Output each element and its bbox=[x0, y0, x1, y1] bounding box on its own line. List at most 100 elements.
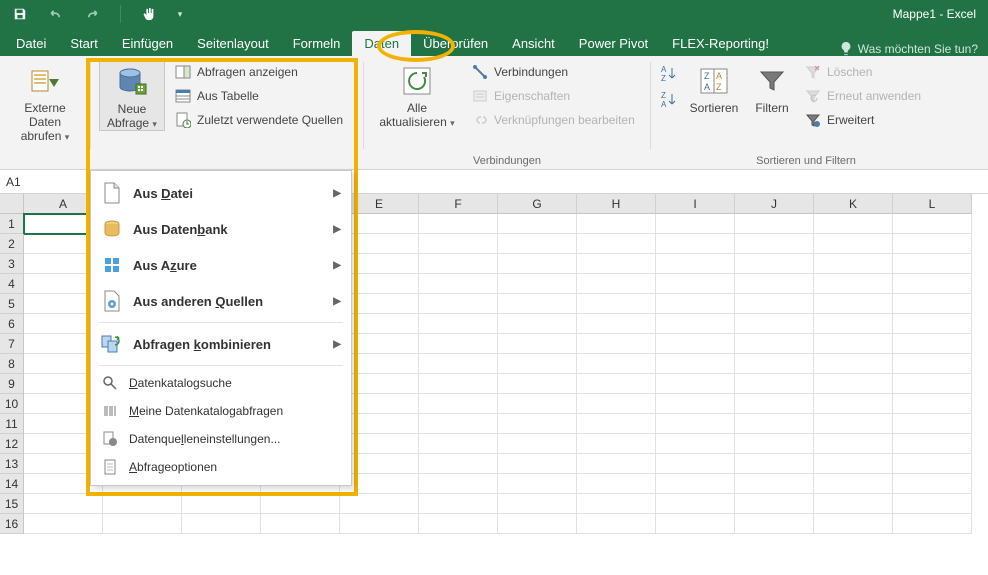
cell[interactable] bbox=[735, 514, 814, 534]
cell[interactable] bbox=[893, 474, 972, 494]
cell[interactable] bbox=[656, 354, 735, 374]
sortieren-button[interactable]: ZAAZ Sortieren bbox=[685, 60, 743, 115]
menu-abfrageoptionen[interactable]: Abfrageoptionen bbox=[91, 453, 351, 481]
cell[interactable] bbox=[893, 394, 972, 414]
cell[interactable] bbox=[814, 494, 893, 514]
cell[interactable] bbox=[735, 494, 814, 514]
cell[interactable] bbox=[577, 234, 656, 254]
cell[interactable] bbox=[656, 414, 735, 434]
tab-start[interactable]: Start bbox=[58, 31, 109, 56]
cell[interactable] bbox=[656, 474, 735, 494]
row-header[interactable]: 9 bbox=[0, 374, 24, 394]
cell[interactable] bbox=[419, 334, 498, 354]
cell[interactable] bbox=[814, 474, 893, 494]
tab-ueberpruefen[interactable]: Überprüfen bbox=[411, 31, 500, 56]
cell[interactable] bbox=[893, 334, 972, 354]
cell[interactable] bbox=[656, 454, 735, 474]
row-header[interactable]: 13 bbox=[0, 454, 24, 474]
cell[interactable] bbox=[577, 394, 656, 414]
cell[interactable] bbox=[498, 454, 577, 474]
tab-einfuegen[interactable]: Einfügen bbox=[110, 31, 185, 56]
cell[interactable] bbox=[419, 454, 498, 474]
cell[interactable] bbox=[261, 514, 340, 534]
cell[interactable] bbox=[735, 474, 814, 494]
cell[interactable] bbox=[419, 434, 498, 454]
cell[interactable] bbox=[577, 434, 656, 454]
alle-aktualisieren-button[interactable]: Alle aktualisieren ▾ bbox=[372, 60, 462, 129]
cell[interactable] bbox=[577, 294, 656, 314]
cell[interactable] bbox=[814, 394, 893, 414]
cell[interactable] bbox=[419, 274, 498, 294]
cell[interactable] bbox=[893, 214, 972, 234]
cell[interactable] bbox=[735, 434, 814, 454]
cell[interactable] bbox=[419, 354, 498, 374]
name-box[interactable]: A1 bbox=[0, 171, 88, 193]
cell[interactable] bbox=[735, 314, 814, 334]
filtern-button[interactable]: Filtern bbox=[749, 60, 795, 115]
cell[interactable] bbox=[419, 314, 498, 334]
cell[interactable] bbox=[735, 254, 814, 274]
aus-tabelle-button[interactable]: Aus Tabelle bbox=[171, 86, 347, 106]
cell[interactable] bbox=[24, 514, 103, 534]
tell-me-search[interactable]: Was möchten Sie tun? bbox=[840, 42, 988, 56]
cell[interactable] bbox=[577, 314, 656, 334]
cell[interactable] bbox=[893, 354, 972, 374]
externe-daten-abrufen-button[interactable]: Externe Daten abrufen ▾ bbox=[8, 60, 82, 143]
cell[interactable] bbox=[735, 334, 814, 354]
cell[interactable] bbox=[656, 274, 735, 294]
abfragen-anzeigen-button[interactable]: Abfragen anzeigen bbox=[171, 62, 347, 82]
column-header[interactable]: G bbox=[498, 194, 577, 214]
column-header[interactable]: H bbox=[577, 194, 656, 214]
select-all-corner[interactable] bbox=[0, 194, 24, 214]
cell[interactable] bbox=[735, 374, 814, 394]
cell[interactable] bbox=[814, 334, 893, 354]
verbindungen-button[interactable]: Verbindungen bbox=[468, 62, 639, 82]
row-header[interactable]: 3 bbox=[0, 254, 24, 274]
cell[interactable] bbox=[656, 394, 735, 414]
cell[interactable] bbox=[893, 294, 972, 314]
cell[interactable] bbox=[893, 254, 972, 274]
cell[interactable] bbox=[498, 354, 577, 374]
row-header[interactable]: 14 bbox=[0, 474, 24, 494]
tab-datei[interactable]: Datei bbox=[4, 31, 58, 56]
cell[interactable] bbox=[103, 514, 182, 534]
cell[interactable] bbox=[814, 314, 893, 334]
row-header[interactable]: 11 bbox=[0, 414, 24, 434]
cell[interactable] bbox=[735, 414, 814, 434]
cell[interactable] bbox=[893, 274, 972, 294]
qat-customize-button[interactable]: ▾ bbox=[173, 3, 187, 25]
tab-formeln[interactable]: Formeln bbox=[281, 31, 353, 56]
cell[interactable] bbox=[498, 214, 577, 234]
menu-abfragen-kombinieren[interactable]: Abfragen kombinieren ▶ bbox=[91, 326, 351, 362]
cell[interactable] bbox=[735, 394, 814, 414]
cell[interactable] bbox=[814, 454, 893, 474]
cell[interactable] bbox=[893, 494, 972, 514]
cell[interactable] bbox=[577, 354, 656, 374]
cell[interactable] bbox=[656, 374, 735, 394]
erweitert-button[interactable]: Erweitert bbox=[801, 110, 925, 130]
tab-seitenlayout[interactable]: Seitenlayout bbox=[185, 31, 281, 56]
column-header[interactable]: F bbox=[419, 194, 498, 214]
menu-datenquelleneinstellungen[interactable]: Datenquelleneinstellungen... bbox=[91, 425, 351, 453]
cell[interactable] bbox=[419, 254, 498, 274]
cell[interactable] bbox=[577, 514, 656, 534]
menu-datenkatalogsuche[interactable]: Datenkatalogsuche bbox=[91, 369, 351, 397]
cell[interactable] bbox=[893, 314, 972, 334]
cell[interactable] bbox=[419, 374, 498, 394]
cell[interactable] bbox=[577, 254, 656, 274]
cell[interactable] bbox=[24, 494, 103, 514]
cell[interactable] bbox=[577, 414, 656, 434]
column-header[interactable]: J bbox=[735, 194, 814, 214]
zuletzt-quellen-button[interactable]: Zuletzt verwendete Quellen bbox=[171, 110, 347, 130]
cell[interactable] bbox=[498, 474, 577, 494]
column-header[interactable]: K bbox=[814, 194, 893, 214]
cell[interactable] bbox=[261, 494, 340, 514]
cell[interactable] bbox=[656, 434, 735, 454]
cell[interactable] bbox=[735, 454, 814, 474]
cell[interactable] bbox=[182, 514, 261, 534]
cell[interactable] bbox=[419, 494, 498, 514]
cell[interactable] bbox=[656, 514, 735, 534]
tab-ansicht[interactable]: Ansicht bbox=[500, 31, 567, 56]
cell[interactable] bbox=[814, 374, 893, 394]
cell[interactable] bbox=[419, 214, 498, 234]
